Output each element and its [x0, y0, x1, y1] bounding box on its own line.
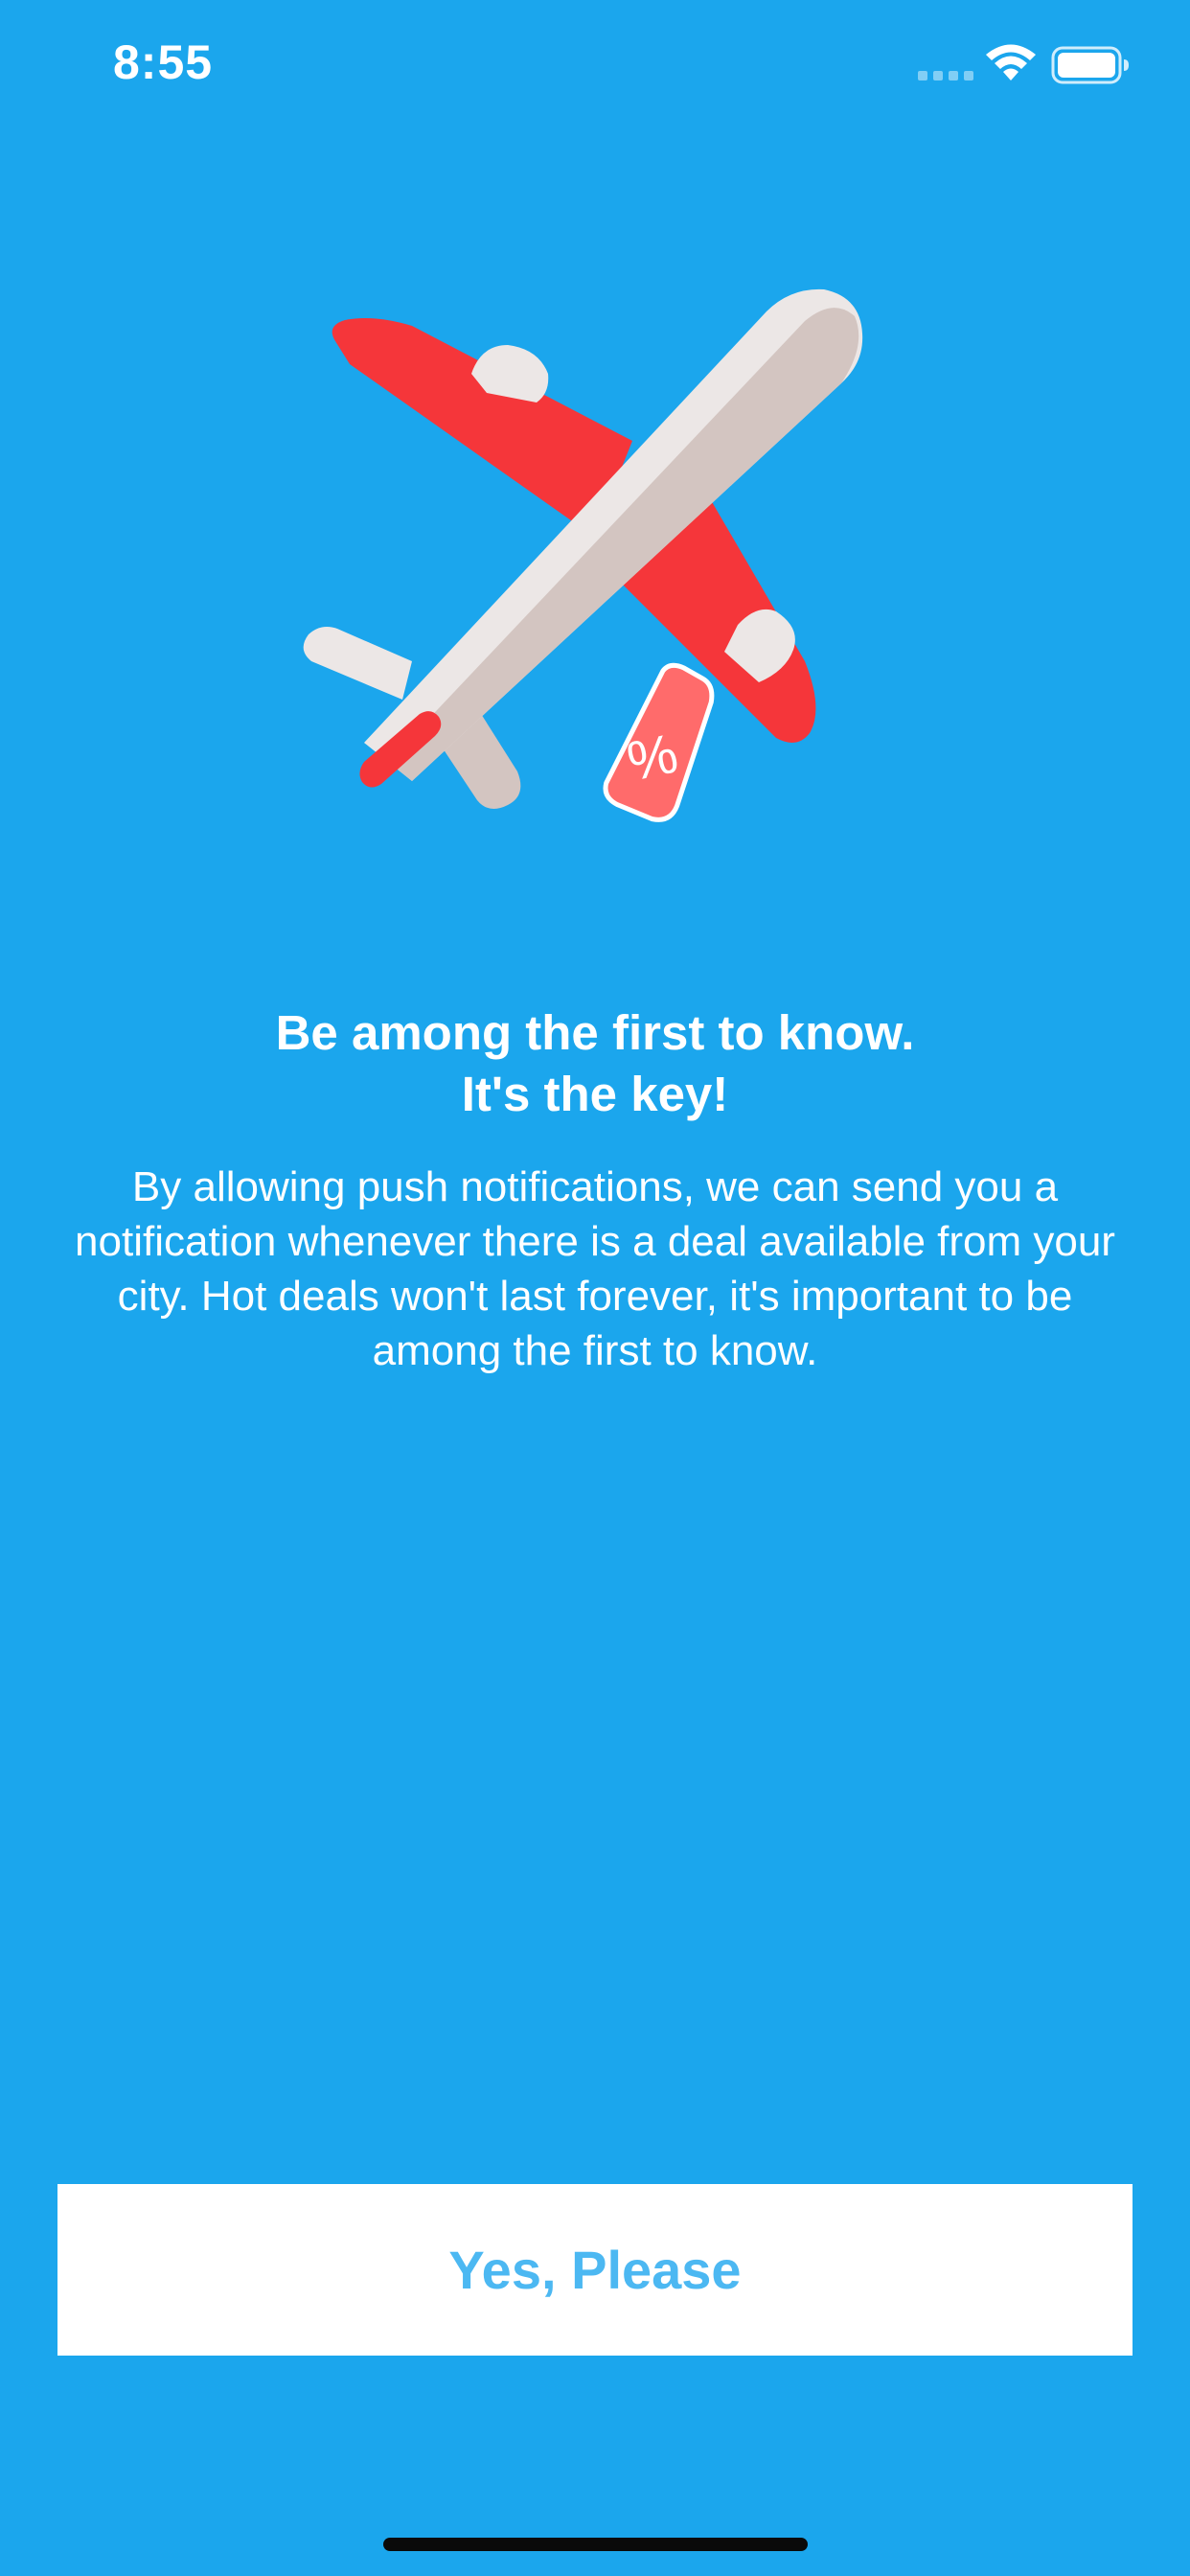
headline: Be among the first to know. It's the key… [275, 1005, 915, 1121]
status-bar: 8:55 [0, 0, 1190, 134]
wifi-icon [986, 44, 1036, 80]
home-indicator[interactable] [383, 2538, 808, 2551]
discount-tag-icon: % [603, 662, 715, 822]
airplane-discount-tag-icon: % [303, 288, 863, 822]
notification-description: By allowing push notifications, we can s… [75, 1163, 1115, 1374]
yes-please-button[interactable]: Yes, Please [57, 2184, 1133, 2356]
status-time: 8:55 [113, 35, 214, 89]
battery-icon [1051, 46, 1129, 84]
cellular-signal-icon [918, 71, 973, 80]
